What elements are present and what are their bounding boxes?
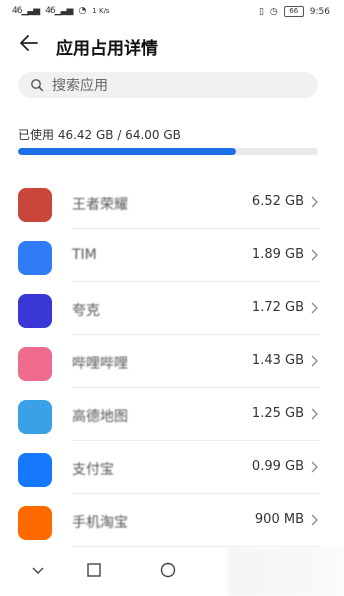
wifi-icon: ◔ [78, 6, 87, 16]
app-size: 900 MB [254, 512, 304, 527]
app-name: 支付宝 [72, 462, 114, 478]
signal-icon-2: 46▁▃▅ [45, 6, 73, 16]
app-size: 6.52 GB [251, 194, 304, 209]
nav-home-icon[interactable] [84, 560, 104, 580]
app-name: TIM [72, 247, 97, 263]
app-size: 1.89 GB [251, 247, 304, 262]
app-row[interactable]: TIM 1.89 GB [0, 229, 344, 282]
alipay-app-icon [18, 453, 52, 487]
title-bar: 应用占用详情 [0, 26, 344, 66]
app-row[interactable]: 夸克 1.72 GB [0, 282, 344, 335]
search-bar[interactable] [18, 72, 318, 98]
battery-icon: 66 [283, 6, 304, 17]
app-size: 1.43 GB [251, 353, 304, 368]
chevron-right-icon [311, 461, 318, 473]
app-name: 哔哩哔哩 [72, 356, 128, 372]
app-row[interactable]: 高德地图 1.25 GB [0, 388, 344, 441]
storage-progress-bar [18, 148, 318, 155]
storage-progress-fill [18, 148, 236, 155]
chevron-right-icon [311, 408, 318, 420]
app-name: 夸克 [72, 303, 100, 319]
app-list: 王者荣耀 6.52 GB TIM 1.89 GB 夸克 1.72 GB 哔哩哔哩 1.43 G… [0, 176, 344, 547]
network-speed: 1 K/s [92, 7, 110, 15]
app-name: 高德地图 [72, 409, 128, 425]
page-title: 应用占用详情 [56, 39, 158, 59]
quark-app-icon [18, 294, 52, 328]
chevron-right-icon [311, 355, 318, 367]
chevron-right-icon [311, 249, 318, 261]
app-row[interactable]: 手机淘宝 900 MB [0, 494, 344, 547]
row-divider [72, 546, 320, 547]
search-input[interactable] [50, 75, 304, 97]
tim-app-icon [18, 241, 52, 275]
app-size: 1.72 GB [251, 300, 304, 315]
map-app-icon [18, 400, 52, 434]
app-size: 0.99 GB [251, 459, 304, 474]
nav-recent-icon[interactable] [158, 560, 178, 580]
chevron-right-icon [311, 302, 318, 314]
alarm-icon: ◷ [269, 6, 278, 17]
app-row[interactable]: 王者荣耀 6.52 GB [0, 176, 344, 229]
app-row[interactable]: 哔哩哔哩 1.43 GB [0, 335, 344, 388]
blurred-region [228, 548, 344, 596]
app-name: 王者荣耀 [72, 197, 128, 213]
chevron-right-icon [311, 196, 318, 208]
signal-icon: 46▁▃▅ [12, 6, 40, 16]
app-name: 手机淘宝 [72, 515, 128, 531]
vibrate-icon: ▯ [258, 6, 264, 17]
nav-back-icon[interactable] [28, 560, 48, 580]
app-size: 1.25 GB [251, 406, 304, 421]
status-bar: 46▁▃▅ 46▁▃▅ ◔ 1 K/s ▯ ◷ 66 9:56 [0, 0, 344, 26]
bilibili-app-icon [18, 347, 52, 381]
taobao-app-icon [18, 506, 52, 540]
search-icon [31, 79, 44, 92]
back-arrow-icon[interactable] [18, 32, 40, 54]
clock: 9:56 [309, 6, 330, 17]
app-row[interactable]: 支付宝 0.99 GB [0, 441, 344, 494]
storage-usage-text: 已使用 46.42 GB / 64.00 GB [18, 128, 181, 142]
chevron-right-icon [311, 514, 318, 526]
game-app-icon [18, 188, 52, 222]
